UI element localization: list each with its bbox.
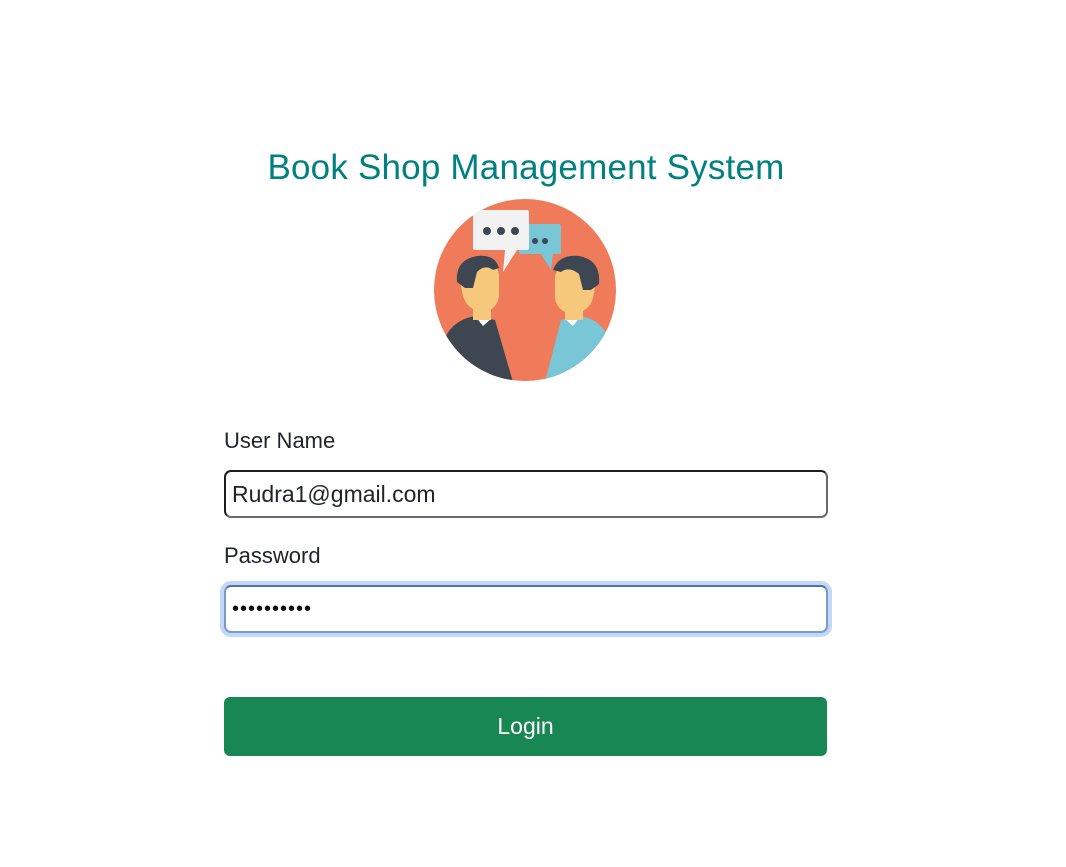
login-button[interactable]: Login: [224, 697, 827, 756]
conversation-illustration-icon: [434, 199, 616, 381]
password-label: Password: [224, 543, 321, 568]
password-input[interactable]: [224, 585, 828, 633]
page-title: Book Shop Management System: [267, 148, 785, 187]
username-input[interactable]: [224, 470, 828, 518]
login-form: User Name Password Login: [224, 425, 828, 756]
login-page: Book Shop Management System User Name Ru…: [0, 0, 1066, 867]
username-label: User Name: [224, 428, 336, 453]
